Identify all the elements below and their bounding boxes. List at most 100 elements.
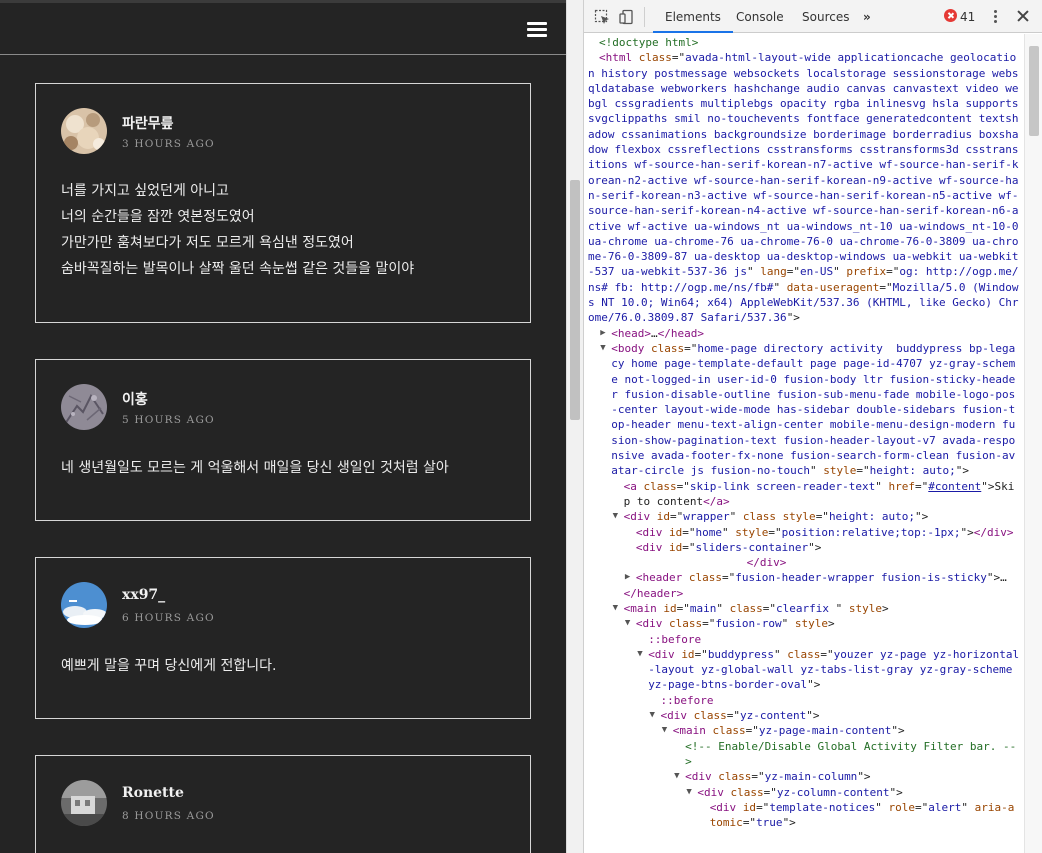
dom-node-line[interactable]: ::before [584,632,1024,647]
dom-node-line[interactable]: <div id="home" style="position:relative;… [584,525,1024,540]
dom-token: lang [760,265,787,279]
error-count[interactable]: 41 [960,10,975,24]
dom-token: href [888,479,916,493]
dom-token: class [693,709,727,723]
tab-sources[interactable]: Sources [802,0,849,33]
dom-node-line[interactable]: </header> [584,586,1024,601]
post-line: 예쁘게 말을 꾸며 당신에게 전합니다. [61,658,277,674]
inspect-element-icon[interactable] [594,9,610,25]
dom-node-line[interactable]: <!-- Enable/Disable Global Activity Filt… [584,739,1024,770]
dom-node-line[interactable]: ▼ <div id="wrapper" class style="height: … [584,509,1024,524]
user-name[interactable]: 이홍 [122,389,148,409]
devtools-toolbar: Elements Console Sources » 41 [584,0,1042,33]
dom-token: "> [857,770,871,784]
kebab-menu-icon[interactable] [993,9,999,25]
dom-token: <!-- Enable/Disable Global Activity Filt… [685,739,1017,768]
elements-dom-tree[interactable]: <!doctype html> <html class="avada-html-l… [584,34,1024,853]
dom-node-line[interactable]: ▼ <div id="buddypress" class="youzer yz-p… [584,647,1024,693]
dom-token: yz-column-content [776,785,890,799]
dom-token: class [643,479,677,493]
avatar[interactable] [61,582,107,628]
dom-token: "> [786,311,800,325]
expand-arrow-icon[interactable]: ▼ [625,616,630,631]
user-name[interactable]: Ronette [122,785,184,801]
toolbar-divider [644,7,645,27]
dom-node-line[interactable]: <div id="template-notices" role="alert" … [584,800,1024,831]
dom-token: style [823,464,857,478]
dom-node-line[interactable]: ▼ <div class="yz-main-column"> [584,769,1024,784]
dom-token: "> [891,724,905,738]
more-tabs-button[interactable]: » [863,0,871,33]
dom-token: ::before [648,632,702,646]
dom-token: style [735,525,769,539]
collapse-arrow-icon[interactable]: ▶ [625,570,630,585]
dom-node-line[interactable]: ▼ <div class="yz-column-content"> [584,785,1024,800]
expand-arrow-icon[interactable]: ▼ [650,708,655,723]
dom-token: id [669,525,683,539]
avatar[interactable] [61,384,107,430]
user-name[interactable]: xx97_ [122,587,165,603]
dom-node-line[interactable]: ▼ <main class="yz-page-main-content"> [584,723,1024,738]
tab-elements[interactable]: Elements [653,0,733,33]
user-name[interactable]: 파란무릎 [122,113,174,133]
expand-arrow-icon[interactable]: ▼ [686,785,691,800]
dom-node-line[interactable]: <div id="sliders-container"> [584,540,1024,555]
dom-token: class [712,724,746,738]
devtools-panel: Elements Console Sources » 41 <!doctype … [583,0,1042,853]
expand-arrow-icon[interactable]: ▼ [600,341,605,356]
dom-token: class [787,647,821,661]
devtools-scroll-thumb[interactable] [1029,46,1039,136]
web-page: 파란무릎 3 HOURS AGO 너를 가지고 싶었던게 아니고 너의 순간들을… [0,0,566,853]
dom-token: </head> [657,326,705,340]
dom-token: "> [955,464,969,478]
dom-token: position:relative;top:-1px; [781,525,961,539]
dom-node-line[interactable]: ▼ <main id="main" class="clearfix " style… [584,601,1024,616]
dom-token: yz-page-main-content [758,724,892,738]
post-line: 가만가만 훔쳐보다가 저도 모르게 욕심낸 정도였어 [61,235,354,251]
dom-node-line[interactable]: </div> [584,555,1024,570]
device-toolbar-icon[interactable] [619,9,635,25]
dom-token: "> [889,785,903,799]
dom-token: <div [635,617,670,631]
dom-token: template-notices [769,800,876,814]
expand-arrow-icon[interactable]: ▼ [613,509,618,524]
dom-node-line[interactable]: ▶ <head>…</head> [584,326,1024,341]
dom-token: =" [768,525,782,539]
avatar[interactable] [61,108,107,154]
dom-token: "> [806,709,820,723]
dom-token: <div [635,540,670,554]
dom-token: buddypress [707,647,775,661]
dom-node-line[interactable]: ::before [584,693,1024,708]
dom-token: alert [928,800,962,814]
expand-arrow-icon[interactable]: ▼ [662,723,667,738]
expand-arrow-icon[interactable]: ▼ [637,647,642,662]
dom-node-line[interactable]: ▼ <div class="fusion-row" style> [584,616,1024,631]
expand-arrow-icon[interactable]: ▼ [613,601,618,616]
avatar[interactable] [61,780,107,826]
error-icon[interactable] [944,9,957,22]
dom-token: <body [611,341,652,355]
page-scroll-thumb[interactable] [570,180,580,420]
collapse-arrow-icon[interactable]: ▶ [600,326,605,341]
dom-token: <head> [611,326,652,340]
dom-token: =" [756,800,770,814]
close-icon[interactable] [1015,8,1031,24]
dom-node-line[interactable]: ▼ <div class="yz-content"> [584,708,1024,723]
dom-token: <div [648,647,682,661]
devtools-scrollbar[interactable] [1024,34,1042,853]
dom-token: <div [709,800,743,814]
dom-node-line[interactable]: <!doctype html> [584,34,1024,50]
dom-node-line[interactable]: <html class="avada-html-layout-wide appl… [584,50,1024,325]
dom-token: " [833,265,847,279]
dom-node-line[interactable]: ▶ <header class="fusion-header-wrapper fu… [584,570,1024,585]
tab-console[interactable]: Console [736,0,784,33]
post-line: 너의 순간들을 잠깐 엿본정도였어 [61,209,255,225]
dom-node-line[interactable]: <a class="skip-link screen-reader-text" … [584,479,1024,510]
dom-node-line[interactable]: ▼ <body class="home-page directory activi… [584,341,1024,479]
dom-token: yz-main-column [764,770,858,784]
activity-card: 이홍 5 HOURS AGO 네 생년월일도 모르는 게 억울해서 매일을 당신… [35,359,531,521]
hamburger-menu-icon[interactable] [527,21,547,39]
page-scrollbar[interactable] [566,0,583,853]
dom-token: <div [660,709,694,723]
expand-arrow-icon[interactable]: ▼ [674,769,679,784]
